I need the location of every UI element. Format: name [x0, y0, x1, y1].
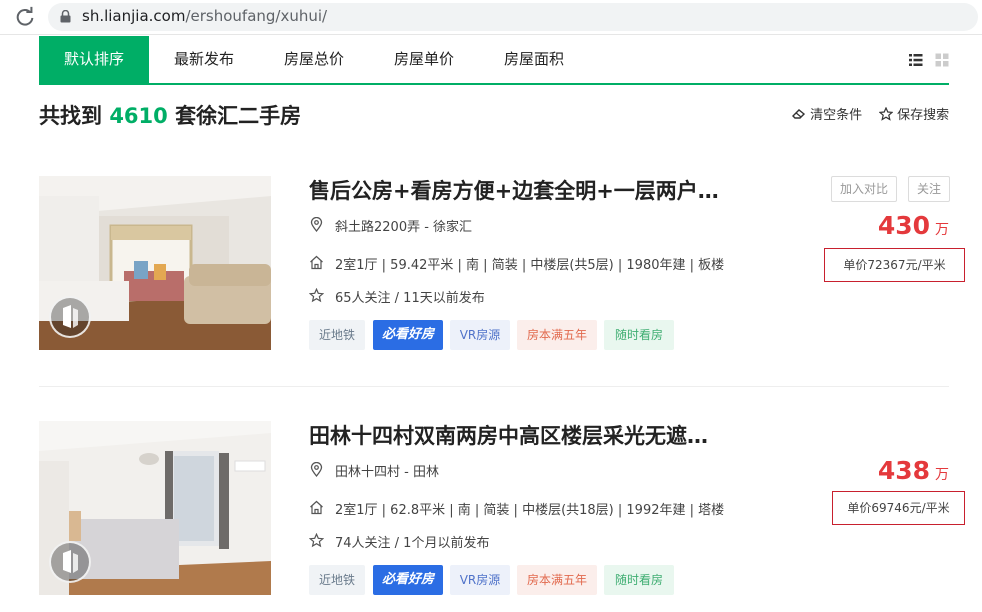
tab-newest[interactable]: 最新发布 — [149, 36, 259, 83]
tag-near-subway: 近地铁 — [309, 565, 365, 595]
tag-anytime-viewing: 随时看房 — [604, 565, 674, 595]
location-text[interactable]: 斜土路2200弄 - 徐家汇 — [335, 216, 472, 235]
star-outline-icon — [309, 288, 324, 303]
location-text[interactable]: 田林十四村 - 田林 — [335, 461, 439, 480]
follow-info-text: 74人关注 / 1个月以前发布 — [335, 536, 490, 551]
listing-follow-info: 74人关注 / 1个月以前发布 — [309, 532, 629, 551]
url-text[interactable]: sh.lianjia.com/ershoufang/xuhui/ — [82, 7, 327, 25]
result-prefix: 共找到 — [39, 104, 102, 128]
tab-unit-price[interactable]: 房屋单价 — [369, 36, 479, 83]
listing-location: 斜土路2200弄 - 徐家汇 — [309, 216, 729, 235]
browser-toolbar: sh.lianjia.com/ershoufang/xuhui/ — [0, 0, 982, 35]
total-price: 430 万 — [878, 211, 949, 240]
star-outline-icon — [309, 533, 324, 548]
tag-must-see: 必看好房 — [373, 320, 443, 350]
unit-price: 单价69746元/平米 — [832, 491, 965, 525]
tab-default-sort[interactable]: 默认排序 — [39, 36, 149, 83]
house-icon — [310, 255, 323, 270]
tag-must-see: 必看好房 — [373, 565, 443, 595]
follow-info-text: 65人关注 / 11天以前发布 — [335, 291, 485, 306]
listing-title[interactable]: 售后公房+看房方便+边套全明+一层两户… — [309, 175, 719, 205]
result-count-heading: 共找到 4610 套徐汇二手房 — [39, 100, 301, 130]
house-icon — [310, 500, 323, 515]
unit-price: 单价72367元/平米 — [824, 248, 965, 282]
result-count: 4610 — [109, 104, 168, 128]
total-price-value: 438 — [877, 456, 930, 485]
follow-button[interactable]: 关注 — [908, 176, 950, 202]
url-path: /ershoufang/xuhui/ — [185, 7, 328, 25]
address-bar[interactable]: sh.lianjia.com/ershoufang/xuhui/ — [48, 3, 978, 31]
url-domain: sh.lianjia.com — [82, 7, 186, 25]
total-price-unit: 万 — [935, 222, 949, 238]
listing-photo[interactable] — [39, 421, 271, 595]
listing-divider — [39, 386, 949, 387]
total-price-value: 430 — [877, 211, 930, 240]
tag-vr: VR房源 — [450, 565, 510, 595]
house-info-text: 2室1厅 | 59.42平米 | 南 | 简装 | 中楼层(共5层) | 198… — [335, 258, 725, 273]
tag-anytime-viewing: 随时看房 — [604, 320, 674, 350]
vr-badge-icon[interactable] — [49, 296, 91, 338]
total-price: 438 万 — [878, 456, 949, 485]
tag-near-subway: 近地铁 — [309, 320, 365, 350]
list-view-icon[interactable] — [909, 53, 923, 67]
tag-five-years: 房本满五年 — [517, 565, 597, 595]
location-pin-icon — [310, 462, 323, 477]
save-search-button[interactable]: 保存搜索 — [878, 104, 950, 123]
lock-icon — [60, 10, 71, 23]
location-pin-icon — [310, 217, 323, 232]
view-toggle — [909, 53, 949, 67]
tag-five-years: 房本满五年 — [517, 320, 597, 350]
clear-filters-button[interactable]: 清空条件 — [792, 104, 862, 123]
listing-house-info: 2室1厅 | 62.8平米 | 南 | 简装 | 中楼层(共18层) | 199… — [309, 499, 789, 518]
star-icon — [878, 106, 894, 121]
listing-item: 售后公房+看房方便+边套全明+一层两户… 加入对比 关注 斜土路2200弄 - … — [39, 175, 965, 356]
listing-title[interactable]: 田林十四村双南两房中高区楼层采光无遮… — [309, 420, 708, 450]
listing-photo[interactable] — [39, 176, 271, 350]
add-compare-button[interactable]: 加入对比 — [831, 176, 897, 202]
vr-badge-icon[interactable] — [49, 541, 91, 583]
tab-area[interactable]: 房屋面积 — [479, 36, 589, 83]
reload-icon[interactable] — [14, 6, 36, 28]
tag-vr: VR房源 — [450, 320, 510, 350]
house-info-text: 2室1厅 | 62.8平米 | 南 | 简装 | 中楼层(共18层) | 199… — [335, 503, 725, 518]
listing-item: 田林十四村双南两房中高区楼层采光无遮… 田林十四村 - 田林 2室1厅 | 62… — [39, 420, 965, 601]
result-suffix: 套徐汇二手房 — [175, 104, 302, 128]
eraser-icon — [792, 109, 806, 119]
grid-view-icon[interactable] — [935, 53, 949, 67]
clear-filters-label: 清空条件 — [810, 108, 863, 123]
total-price-unit: 万 — [935, 467, 949, 483]
save-search-label: 保存搜索 — [897, 108, 950, 123]
listing-follow-info: 65人关注 / 11天以前发布 — [309, 287, 629, 306]
listing-location: 田林十四村 - 田林 — [309, 461, 729, 480]
tab-total-price[interactable]: 房屋总价 — [259, 36, 369, 83]
listing-house-info: 2室1厅 | 59.42平米 | 南 | 简装 | 中楼层(共5层) | 198… — [309, 254, 789, 273]
sort-tabs: 默认排序 最新发布 房屋总价 房屋单价 房屋面积 — [39, 36, 949, 85]
